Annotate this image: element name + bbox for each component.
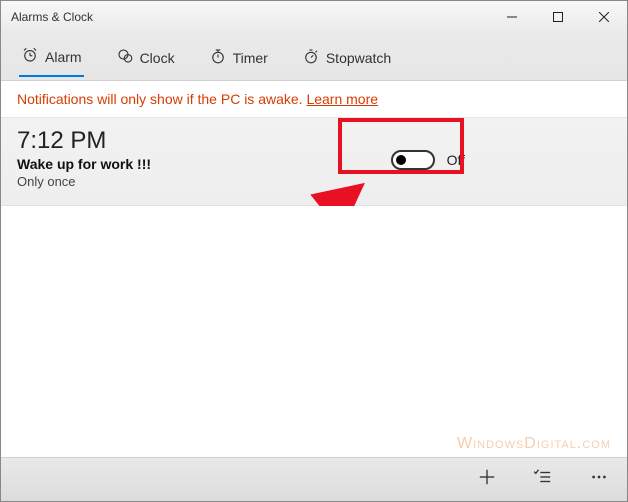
minimize-button[interactable] (489, 1, 535, 33)
alarm-info: 7:12 PM Wake up for work !!! Only once (17, 128, 375, 189)
tab-label: Timer (233, 50, 268, 66)
tab-label: Stopwatch (326, 50, 391, 66)
command-bar (1, 457, 627, 501)
learn-more-link[interactable]: Learn more (306, 91, 378, 107)
alarm-time: 7:12 PM (17, 128, 375, 154)
tab-timer[interactable]: Timer (207, 37, 270, 76)
notification-text: Notifications will only show if the PC i… (17, 91, 303, 107)
title-bar: Alarms & Clock (1, 1, 627, 33)
window-title: Alarms & Clock (11, 10, 489, 24)
close-button[interactable] (581, 1, 627, 33)
tab-stopwatch[interactable]: Stopwatch (300, 37, 393, 76)
alarm-repeat: Only once (17, 174, 375, 189)
tab-label: Alarm (45, 49, 82, 65)
alarm-list-empty-area (1, 206, 627, 486)
alarm-toggle-group: Off (375, 144, 481, 176)
alarm-icon (21, 46, 39, 67)
window-controls (489, 1, 627, 33)
notification-banner: Notifications will only show if the PC i… (1, 81, 627, 118)
ellipsis-icon (590, 468, 608, 491)
stopwatch-icon (302, 47, 320, 68)
clock-icon (116, 47, 134, 68)
list-select-icon (534, 468, 552, 491)
alarm-item[interactable]: 7:12 PM Wake up for work !!! Only once O… (1, 118, 627, 206)
select-alarms-button[interactable] (529, 466, 557, 494)
tab-clock[interactable]: Clock (114, 37, 177, 76)
timer-icon (209, 47, 227, 68)
plus-icon (478, 468, 496, 491)
tab-alarm[interactable]: Alarm (19, 36, 84, 77)
tab-bar: Alarm Clock Timer Stopwatch (1, 33, 627, 81)
tab-label: Clock (140, 50, 175, 66)
add-alarm-button[interactable] (473, 466, 501, 494)
more-button[interactable] (585, 466, 613, 494)
alarm-title: Wake up for work !!! (17, 156, 375, 172)
toggle-state-label: Off (447, 152, 465, 168)
maximize-button[interactable] (535, 1, 581, 33)
alarm-toggle[interactable] (391, 150, 435, 170)
toggle-knob (396, 155, 406, 165)
